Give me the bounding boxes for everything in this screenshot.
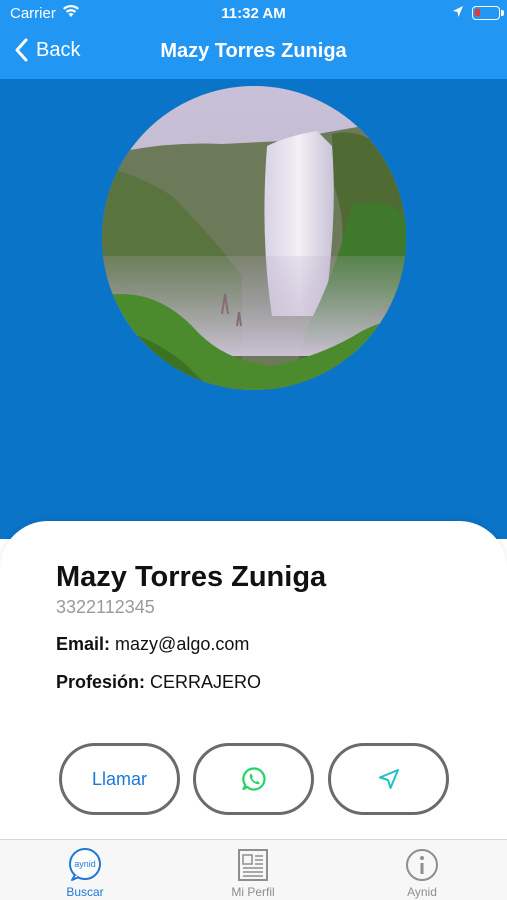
top-bar: Carrier 11:32 AM Back Mazy Torres Zuniga <box>0 0 507 79</box>
profile-card-icon <box>235 847 271 888</box>
tab-aynid-label: Aynid <box>407 885 437 899</box>
profession-row: Profesión: CERRAJERO <box>56 672 261 693</box>
aynid-logo-text: aynid <box>74 859 96 869</box>
tab-mi-perfil-label: Mi Perfil <box>231 885 275 899</box>
status-bar: Carrier 11:32 AM <box>0 0 507 28</box>
info-icon <box>404 847 440 888</box>
location-services-icon <box>452 5 464 24</box>
call-button-label: Llamar <box>91 768 148 789</box>
profile-photo <box>102 86 406 390</box>
tab-buscar-label: Buscar <box>66 885 104 899</box>
profession-value: CERRAJERO <box>150 672 262 692</box>
email-value: mazy@algo.com <box>115 634 250 654</box>
email-row: Email: mazy@algo.com <box>56 634 249 655</box>
profile-card: Mazy Torres Zuniga 3322112345 Email: maz… <box>0 521 507 851</box>
clock: 11:32 AM <box>221 5 286 22</box>
tab-aynid[interactable]: Aynid <box>367 840 477 900</box>
tab-buscar[interactable]: aynid Buscar <box>30 840 140 900</box>
email-label: Email: <box>56 634 111 654</box>
directions-button[interactable] <box>328 743 449 815</box>
navigation-bar: Back Mazy Torres Zuniga <box>0 28 507 79</box>
whatsapp-button[interactable] <box>193 743 314 815</box>
whatsapp-icon <box>241 767 266 791</box>
page-title: Mazy Torres Zuniga <box>160 40 347 62</box>
aynid-logo-icon: aynid <box>67 847 103 888</box>
battery-icon <box>472 6 504 20</box>
profession-label: Profesión: <box>56 672 146 692</box>
profile-header <box>0 79 507 539</box>
tab-mi-perfil[interactable]: Mi Perfil <box>198 840 308 900</box>
profile-phone: 3322112345 <box>56 597 155 617</box>
location-arrow-icon <box>378 769 399 789</box>
call-button[interactable]: Llamar <box>59 743 180 815</box>
tab-bar: aynid Buscar Mi Perfil Aynid <box>0 839 507 900</box>
profile-name: Mazy Torres Zuniga <box>56 561 327 593</box>
